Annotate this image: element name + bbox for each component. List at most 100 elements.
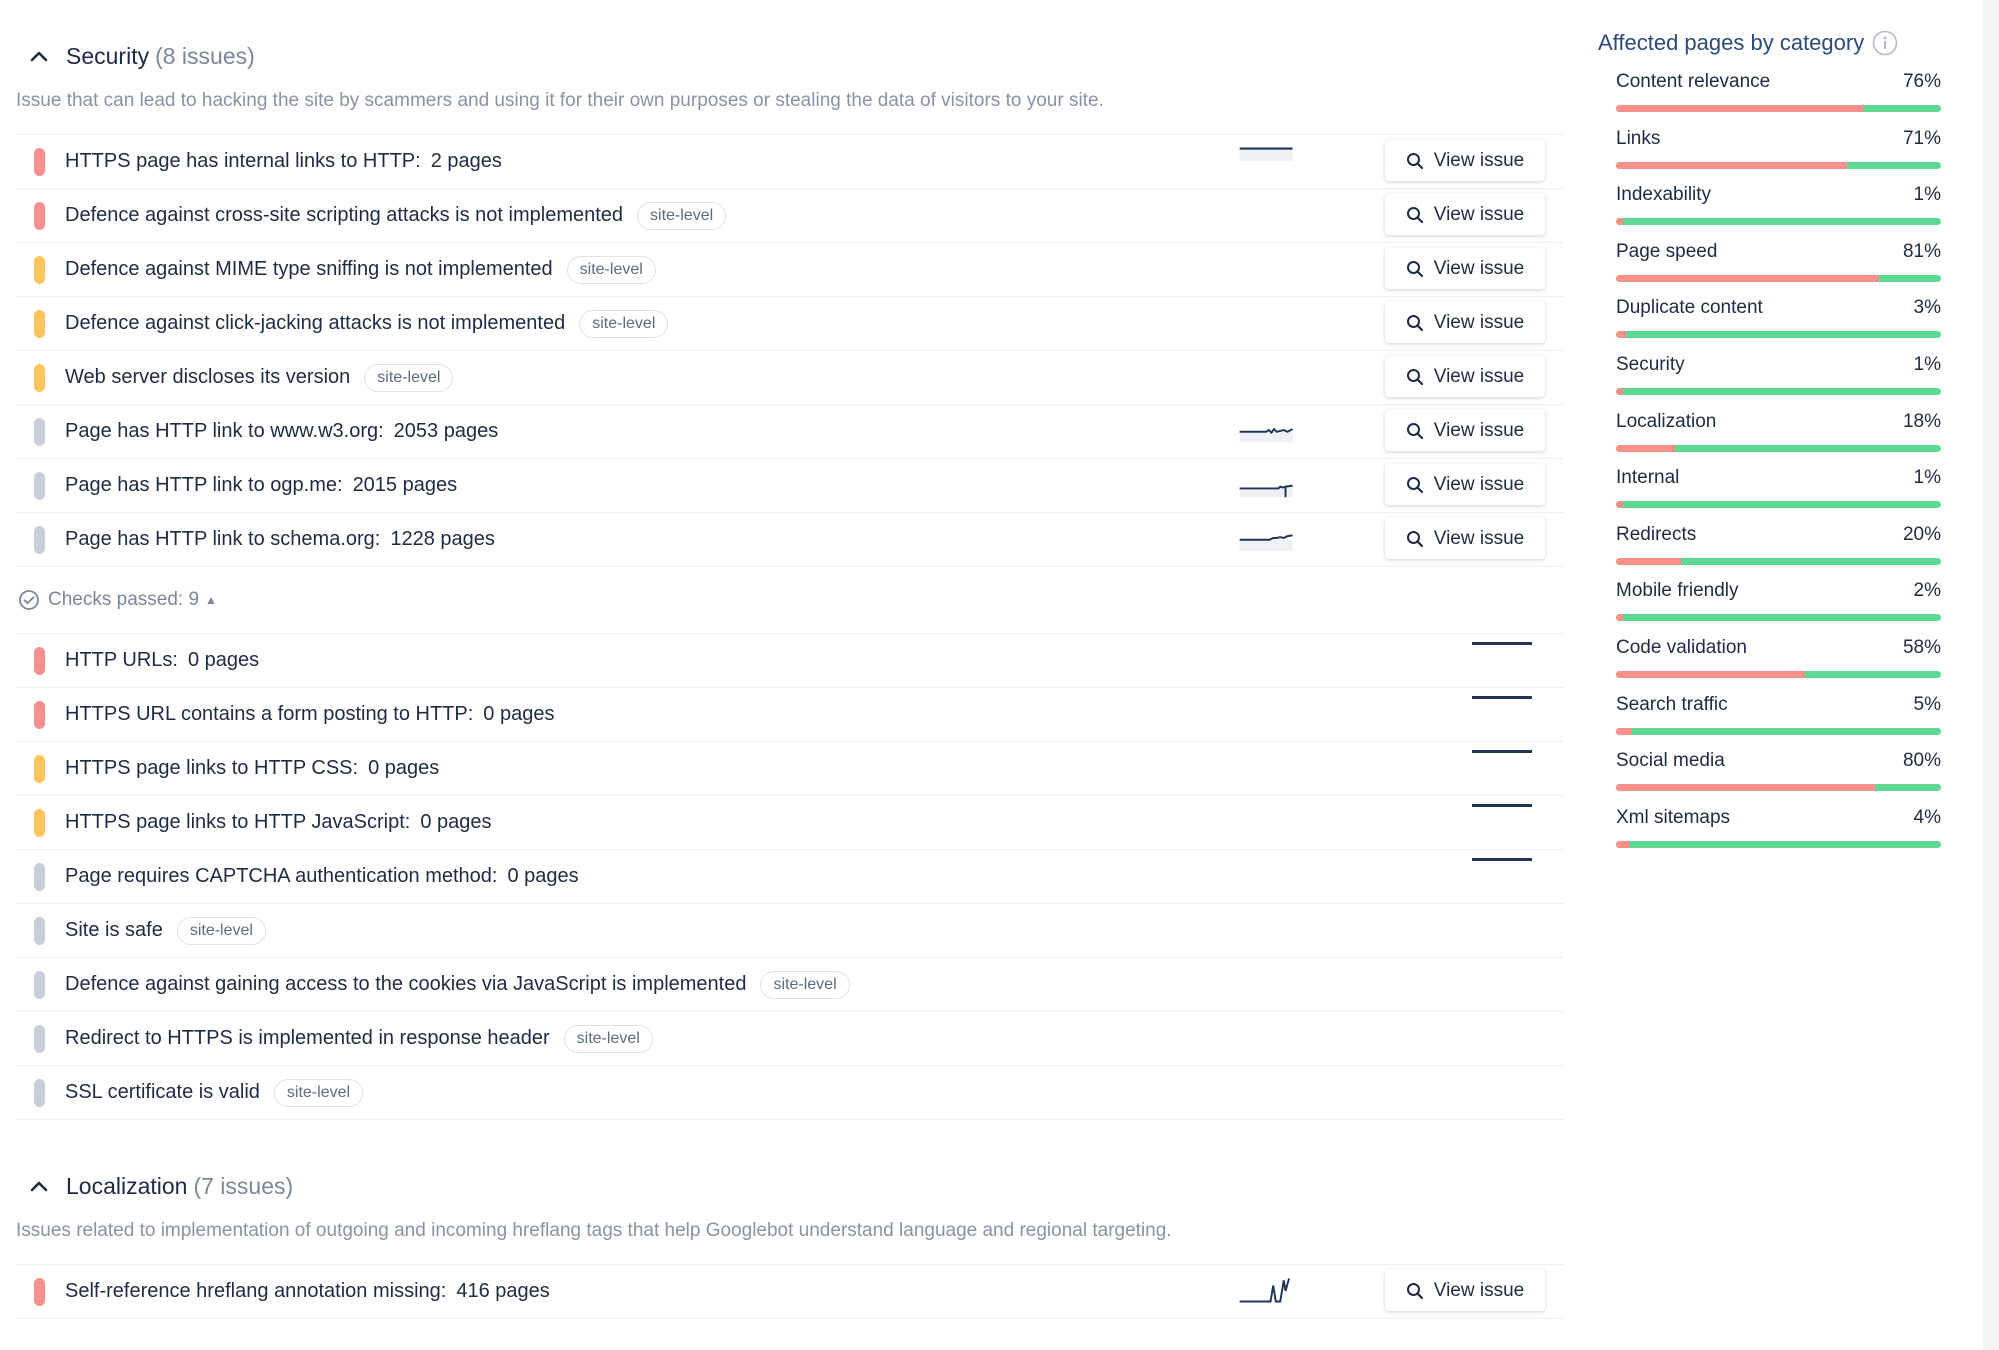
view-issue-button[interactable]: View issue (1385, 140, 1545, 181)
issue-row[interactable]: HTTPS page links to HTTP JavaScript: 0 pa… (16, 795, 1564, 849)
view-issue-button[interactable]: View issue (1385, 464, 1545, 505)
issue-title: HTTP URLs: (65, 649, 178, 671)
category-item[interactable]: Indexability 1% (1616, 184, 1941, 226)
search-icon (1406, 152, 1423, 169)
search-icon (1406, 260, 1423, 277)
affected-fill (1616, 331, 1626, 339)
severity-indicator (34, 363, 45, 392)
category-name: Code validation (1616, 637, 1747, 658)
localization-issue-list: Self-reference hreflang annotation missi… (16, 1264, 1564, 1319)
severity-indicator (34, 646, 45, 675)
category-item[interactable]: Page speed 81% (1616, 241, 1941, 282)
category-percent: 20% (1902, 523, 1941, 545)
issue-row[interactable]: Self-reference hreflang annotation missi… (16, 1264, 1564, 1318)
checks-passed-label: Checks passed: 9 (48, 589, 200, 610)
category-progress-bar (1616, 784, 1941, 792)
category-progress-bar (1616, 388, 1941, 395)
section-title: Localization (66, 1172, 188, 1199)
view-issue-button[interactable]: View issue (1385, 356, 1545, 397)
issue-row[interactable]: Redirect to HTTPS is implemented in resp… (16, 1011, 1564, 1065)
checks-passed-toggle[interactable]: Checks passed: 9 ▲ (18, 567, 1564, 633)
site-level-tag: site-level (273, 1078, 364, 1107)
issue-row[interactable]: SSL certificate is valid site-level (16, 1065, 1564, 1119)
issue-row[interactable]: Defence against click-jacking attacks is… (16, 296, 1564, 350)
localization-section-header[interactable]: Localization (7 issues) (26, 1166, 1564, 1206)
category-progress-bar (1616, 331, 1941, 339)
affected-fill (1616, 840, 1629, 848)
category-name: Security (1616, 354, 1685, 375)
issue-row[interactable]: Page has HTTP link to www.w3.org: 2053 pa… (16, 404, 1564, 458)
severity-indicator (34, 201, 45, 230)
section-issue-count: (7 issues) (193, 1172, 294, 1199)
issue-row[interactable]: Site is safe site-level (16, 903, 1564, 957)
category-item[interactable]: Localization 18% (1616, 411, 1941, 452)
affected-fill (1616, 161, 1847, 169)
category-percent: 76% (1902, 71, 1941, 92)
issue-row[interactable]: HTTPS page links to HTTP CSS: 0 pages (16, 741, 1564, 795)
section-issue-count: (8 issues) (155, 42, 255, 69)
view-issue-label: View issue (1433, 311, 1525, 333)
trend-flat-line (1472, 858, 1532, 861)
view-issue-button[interactable]: View issue (1385, 518, 1545, 559)
issue-row[interactable]: HTTPS page has internal links to HTTP: 2 … (16, 134, 1564, 188)
info-icon[interactable] (1872, 30, 1898, 56)
issue-title: Page requires CAPTCHA authentication met… (65, 865, 498, 887)
view-issue-button[interactable]: View issue (1385, 302, 1545, 343)
site-level-tag: site-level (566, 255, 656, 284)
category-item[interactable]: Social media 80% (1616, 750, 1941, 792)
trend-flat-line (1472, 642, 1532, 645)
view-issue-button[interactable]: View issue (1385, 248, 1545, 289)
category-name: Internal (1616, 467, 1680, 489)
issue-row[interactable]: HTTP URLs: 0 pages (16, 633, 1564, 687)
severity-indicator (34, 309, 45, 338)
issue-title: Defence against cross-site scripting att… (65, 204, 624, 226)
view-issue-button[interactable]: View issue (1385, 410, 1545, 451)
category-item[interactable]: Internal 1% (1616, 467, 1941, 509)
issue-page-count: 2015 pages (352, 474, 458, 496)
scrollbar-track[interactable] (1983, 0, 1999, 1350)
category-item[interactable]: Security 1% (1616, 354, 1941, 395)
category-percent: 1% (1913, 467, 1941, 489)
site-level-tag: site-level (176, 916, 266, 945)
category-item[interactable]: Code validation 58% (1616, 637, 1941, 678)
category-item[interactable]: Search traffic 5% (1616, 694, 1941, 735)
issue-row[interactable]: Web server discloses its version site-lev… (16, 350, 1564, 404)
issue-row[interactable]: Page has HTTP link to schema.org: 1228 pa… (16, 512, 1564, 566)
affected-fill (1616, 501, 1623, 509)
category-item[interactable]: Links 71% (1616, 128, 1941, 169)
issue-title: Defence against gaining access to the co… (65, 973, 747, 995)
category-item[interactable]: Content relevance 76% (1616, 71, 1941, 112)
trend-flat-line (1472, 750, 1532, 753)
category-item[interactable]: Xml sitemaps 4% (1616, 807, 1941, 848)
view-issue-button[interactable]: View issue (1385, 1270, 1545, 1311)
issue-row[interactable]: Page has HTTP link to ogp.me: 2015 pages V… (16, 458, 1564, 512)
category-percent: 4% (1913, 806, 1941, 828)
severity-indicator (34, 1277, 45, 1306)
issue-title: Defence against MIME type sniffing is no… (65, 258, 553, 280)
category-name: Xml sitemaps (1616, 806, 1731, 828)
view-issue-label: View issue (1433, 203, 1525, 225)
issue-row[interactable]: Defence against cross-site scripting att… (16, 188, 1564, 242)
category-item[interactable]: Mobile friendly 2% (1616, 580, 1941, 622)
trend-sparkline (1239, 427, 1294, 443)
security-section-header[interactable]: Security (8 issues) (26, 36, 1564, 76)
issue-row[interactable]: Defence against gaining access to the co… (16, 957, 1564, 1011)
issue-row[interactable]: HTTPS URL contains a form posting to HTT… (16, 687, 1564, 741)
issue-row[interactable]: Defence against MIME type sniffing is no… (16, 242, 1564, 296)
search-icon (1406, 1282, 1423, 1299)
category-percent: 3% (1913, 297, 1941, 319)
view-issue-label: View issue (1433, 527, 1525, 549)
category-item[interactable]: Redirects 20% (1616, 524, 1941, 565)
view-issue-button[interactable]: View issue (1385, 194, 1545, 235)
view-issue-label: View issue (1433, 257, 1525, 279)
category-percent: 80% (1902, 750, 1941, 772)
issue-page-count: 0 pages (368, 757, 440, 779)
issue-row[interactable]: Page requires CAPTCHA authentication met… (16, 849, 1564, 903)
category-percent: 71% (1902, 127, 1941, 149)
severity-indicator (34, 970, 45, 999)
affected-fill (1616, 557, 1681, 565)
category-item[interactable]: Duplicate content 3% (1616, 297, 1941, 339)
chevron-up-icon[interactable] (26, 1173, 52, 1199)
chevron-up-icon[interactable] (26, 43, 52, 69)
check-circle-icon (19, 590, 39, 610)
